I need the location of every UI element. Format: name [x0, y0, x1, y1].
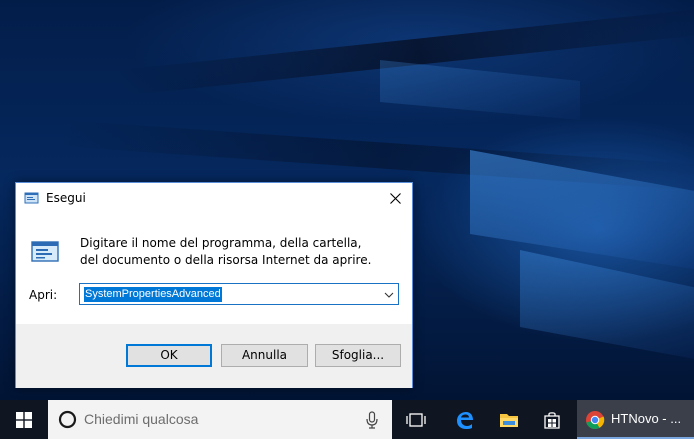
run-dialog: Esegui Digitare il nome del programma, d… [15, 182, 413, 388]
close-icon [389, 192, 401, 204]
close-button[interactable] [378, 183, 412, 213]
ok-button[interactable]: OK [126, 344, 212, 367]
search-placeholder: Chiedimi qualcosa [84, 411, 199, 427]
task-view-button[interactable] [394, 400, 438, 439]
chevron-down-icon[interactable] [384, 289, 394, 299]
dialog-titlebar[interactable]: Esegui [16, 183, 412, 214]
cancel-button[interactable]: Annulla [221, 344, 308, 367]
run-program-icon [30, 239, 60, 263]
edge-button[interactable] [442, 400, 486, 439]
store-button[interactable] [530, 400, 574, 439]
chrome-window-label: HTNovo - ... [611, 411, 682, 426]
dialog-title: Esegui [46, 191, 86, 205]
chrome-window-button[interactable]: HTNovo - ... [577, 400, 694, 439]
browse-button[interactable]: Sfoglia... [315, 344, 401, 367]
windows-logo-icon [16, 411, 32, 428]
search-box[interactable]: Chiedimi qualcosa [48, 400, 392, 439]
taskbar: Chiedimi qualcosa HTNovo - ... [0, 400, 694, 439]
store-icon [544, 411, 560, 429]
start-button[interactable] [0, 400, 48, 439]
cortana-icon[interactable] [58, 410, 77, 429]
microphone-icon[interactable] [366, 411, 378, 429]
dialog-button-bar: OK Annulla Sfoglia... [16, 324, 412, 388]
open-combobox[interactable]: SystemPropertiesAdvanced [79, 283, 399, 305]
run-icon [24, 191, 40, 205]
edge-icon [457, 411, 473, 429]
task-view-icon [406, 412, 426, 427]
chrome-icon [586, 411, 605, 430]
open-input-value[interactable]: SystemPropertiesAdvanced [84, 287, 222, 302]
open-label: Apri: [29, 288, 58, 302]
file-explorer-icon [500, 413, 518, 427]
file-explorer-button[interactable] [487, 400, 531, 439]
dialog-description: Digitare il nome del programma, della ca… [80, 236, 372, 267]
